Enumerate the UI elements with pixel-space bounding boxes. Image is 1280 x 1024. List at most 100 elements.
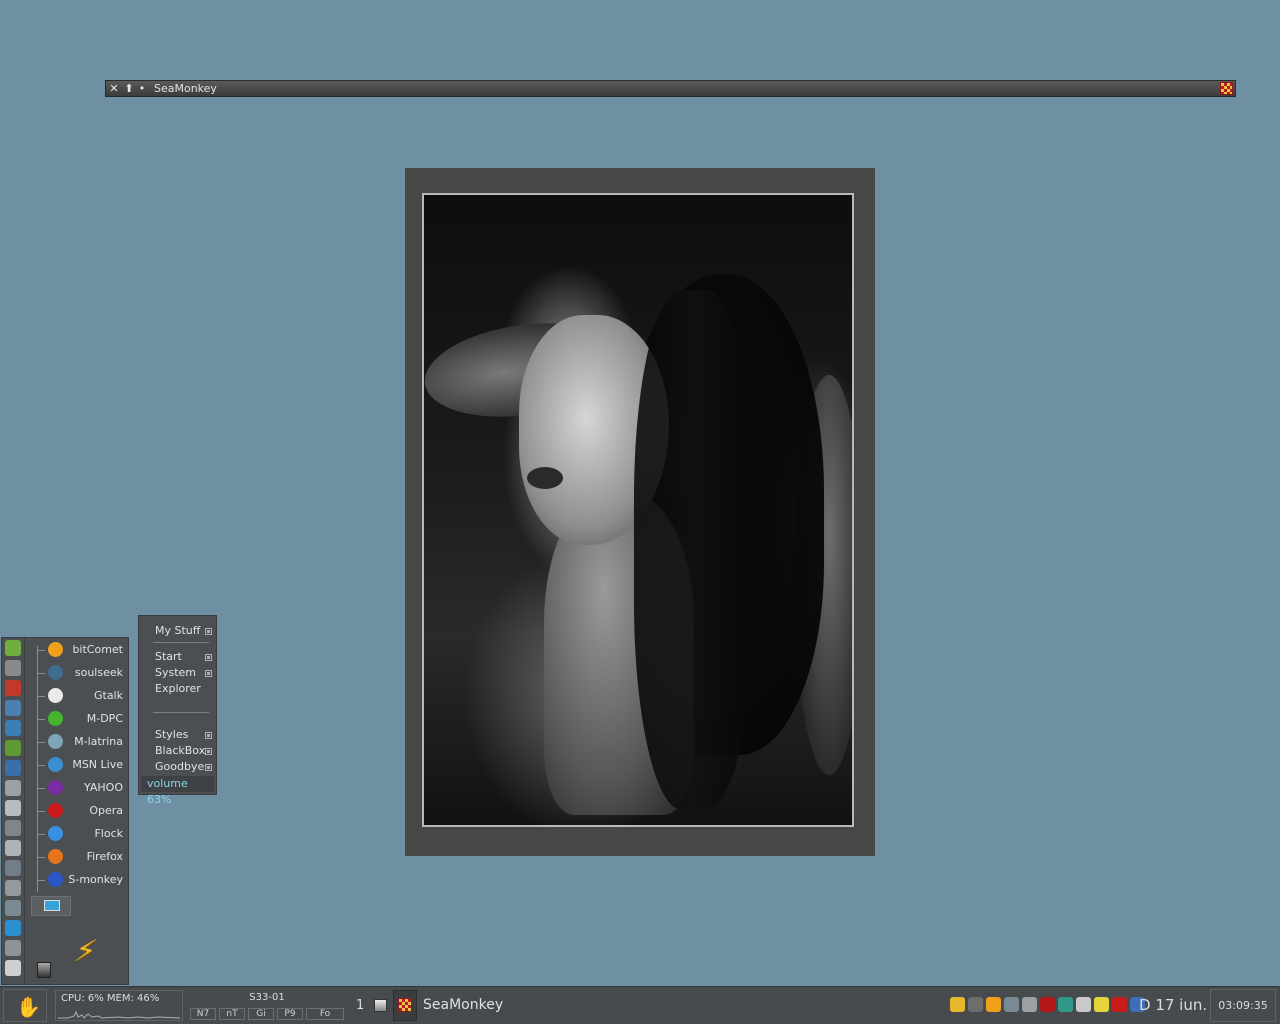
shield-icon[interactable] (968, 997, 983, 1012)
pager-button[interactable]: Fo (306, 1008, 344, 1020)
bitcomet-icon (48, 642, 63, 657)
taskbar: ✋ CPU: 6% MEM: 46% S33-01 N7 nT Gi P9 Fo… (0, 986, 1280, 1024)
cpu-mem-readout: CPU: 6% MEM: 46% (61, 993, 160, 1004)
gnome-foot-icon: ✋ (16, 995, 41, 1019)
diamond-icon[interactable] (1076, 997, 1091, 1012)
pager-button[interactable]: nT (219, 1008, 245, 1020)
tree-tick (37, 880, 45, 881)
task-button-seamonkey[interactable] (393, 990, 417, 1021)
menu-item-start[interactable]: Start (155, 650, 182, 663)
wave-icon[interactable] (5, 760, 21, 776)
app-launcher-item[interactable]: bitComet (37, 640, 125, 660)
app-label: soulseek (74, 666, 123, 679)
app-launcher-item[interactable]: soulseek (37, 663, 125, 683)
menu-separator (153, 642, 209, 643)
raise-icon[interactable]: ⬆ (123, 82, 135, 96)
mlatrina-icon (48, 734, 63, 749)
start-button[interactable]: ✋ (3, 989, 47, 1022)
tools-icon[interactable] (5, 900, 21, 916)
update-icon[interactable] (1058, 997, 1073, 1012)
flash-icon[interactable] (1112, 997, 1127, 1012)
settings-icon[interactable] (5, 640, 21, 656)
close-icon[interactable]: ✕ (108, 82, 120, 96)
bitcomet-icon[interactable] (986, 997, 1001, 1012)
tree-tick (37, 719, 45, 720)
workspace-number[interactable]: 1 (356, 998, 364, 1013)
monitor-icon (44, 900, 60, 911)
app-label: Gtalk (93, 689, 123, 702)
tree-tick (37, 834, 45, 835)
browser-icon[interactable] (5, 700, 21, 716)
scissors-icon[interactable] (5, 940, 21, 956)
menu-item-explorer[interactable]: Explorer (155, 682, 201, 695)
menu-item-styles[interactable]: Styles (155, 728, 188, 741)
dock-icon-column (1, 637, 25, 985)
app-label: MSN Live (72, 758, 123, 771)
menu-item-blackbox[interactable]: BlackBox (155, 744, 205, 757)
gtalk-icon (48, 688, 63, 703)
app-launcher-item[interactable]: S-monkey (37, 870, 125, 890)
app-label: Opera (89, 804, 123, 817)
copy-icon[interactable] (5, 800, 21, 816)
seamonkey-titlebar[interactable]: ✕ ⬆ • SeaMonkey (105, 80, 1236, 97)
photo-detail (527, 467, 563, 489)
tree-tick (37, 811, 45, 812)
app-launcher-panel: bitComet soulseek Gtalk M-DPC M-latrina MSN L… (25, 637, 129, 985)
date-label: D 17 iun. (1139, 996, 1208, 1014)
flock-icon (48, 826, 63, 841)
windows-icon[interactable] (1022, 997, 1037, 1012)
smiley-icon[interactable] (950, 997, 965, 1012)
tree-rail (37, 646, 38, 892)
task-title[interactable]: SeaMonkey (423, 997, 503, 1013)
tree-tick (37, 788, 45, 789)
tree-tick (37, 650, 45, 651)
root-menu: My Stuff Start System Explorer Styles BlackBo… (138, 615, 217, 806)
app-launcher-item[interactable]: M-DPC (37, 709, 125, 729)
app-label: bitComet (72, 643, 123, 656)
app-launcher-item[interactable]: YAHOO (37, 778, 125, 798)
network-icon[interactable] (1004, 997, 1019, 1012)
system-monitor: CPU: 6% MEM: 46% (55, 990, 183, 1021)
game-icon[interactable] (5, 740, 21, 756)
pdf-icon[interactable] (5, 680, 21, 696)
image-icon[interactable] (5, 880, 21, 896)
cleanup-icon[interactable] (5, 860, 21, 876)
window-title: SeaMonkey (154, 82, 217, 95)
pager-button[interactable]: P9 (277, 1008, 303, 1020)
app-launcher-item[interactable]: Gtalk (37, 686, 125, 706)
display-icon[interactable] (5, 780, 21, 796)
disk-icon[interactable] (374, 999, 387, 1012)
antivirus-icon[interactable] (1040, 997, 1055, 1012)
submenu-arrow-icon (205, 748, 212, 755)
submenu-arrow-icon (205, 670, 212, 677)
display-icon[interactable] (1094, 997, 1109, 1012)
desktop-monitor-button[interactable] (31, 896, 71, 916)
clock[interactable]: 03:09:35 (1210, 989, 1276, 1022)
app-launcher-item[interactable]: M-latrina (37, 732, 125, 752)
app-label: M-latrina (74, 735, 123, 748)
desktop-name: S33-01 (249, 992, 285, 1003)
seamonkey-icon[interactable] (1220, 82, 1233, 95)
menu-item-system[interactable]: System (155, 666, 196, 679)
app-launcher-item[interactable]: MSN Live (37, 755, 125, 775)
network-icon[interactable] (5, 660, 21, 676)
minimize-dot-icon[interactable]: • (136, 82, 148, 96)
archive-icon[interactable] (5, 840, 21, 856)
menu-item-goodbye[interactable]: Goodbye (155, 760, 204, 773)
app-launcher-item[interactable]: Opera (37, 801, 125, 821)
app-label: S-monkey (68, 873, 123, 886)
skype-icon[interactable] (5, 920, 21, 936)
menu-item-my-stuff[interactable]: My Stuff (155, 624, 200, 637)
app-launcher-item[interactable]: Flock (37, 824, 125, 844)
pager-button[interactable]: N7 (190, 1008, 216, 1020)
small-app-icon[interactable] (37, 962, 51, 978)
msn-icon (48, 757, 63, 772)
submenu-arrow-icon (205, 628, 212, 635)
terminal-icon[interactable] (5, 960, 21, 976)
volume-indicator[interactable]: volume 63% (141, 776, 214, 806)
app-launcher-item[interactable]: Firefox (37, 847, 125, 867)
globe-icon[interactable] (5, 720, 21, 736)
pager-button[interactable]: Gi (248, 1008, 274, 1020)
files-icon[interactable] (5, 820, 21, 836)
winamp-icon[interactable]: ⚡ (71, 934, 100, 969)
